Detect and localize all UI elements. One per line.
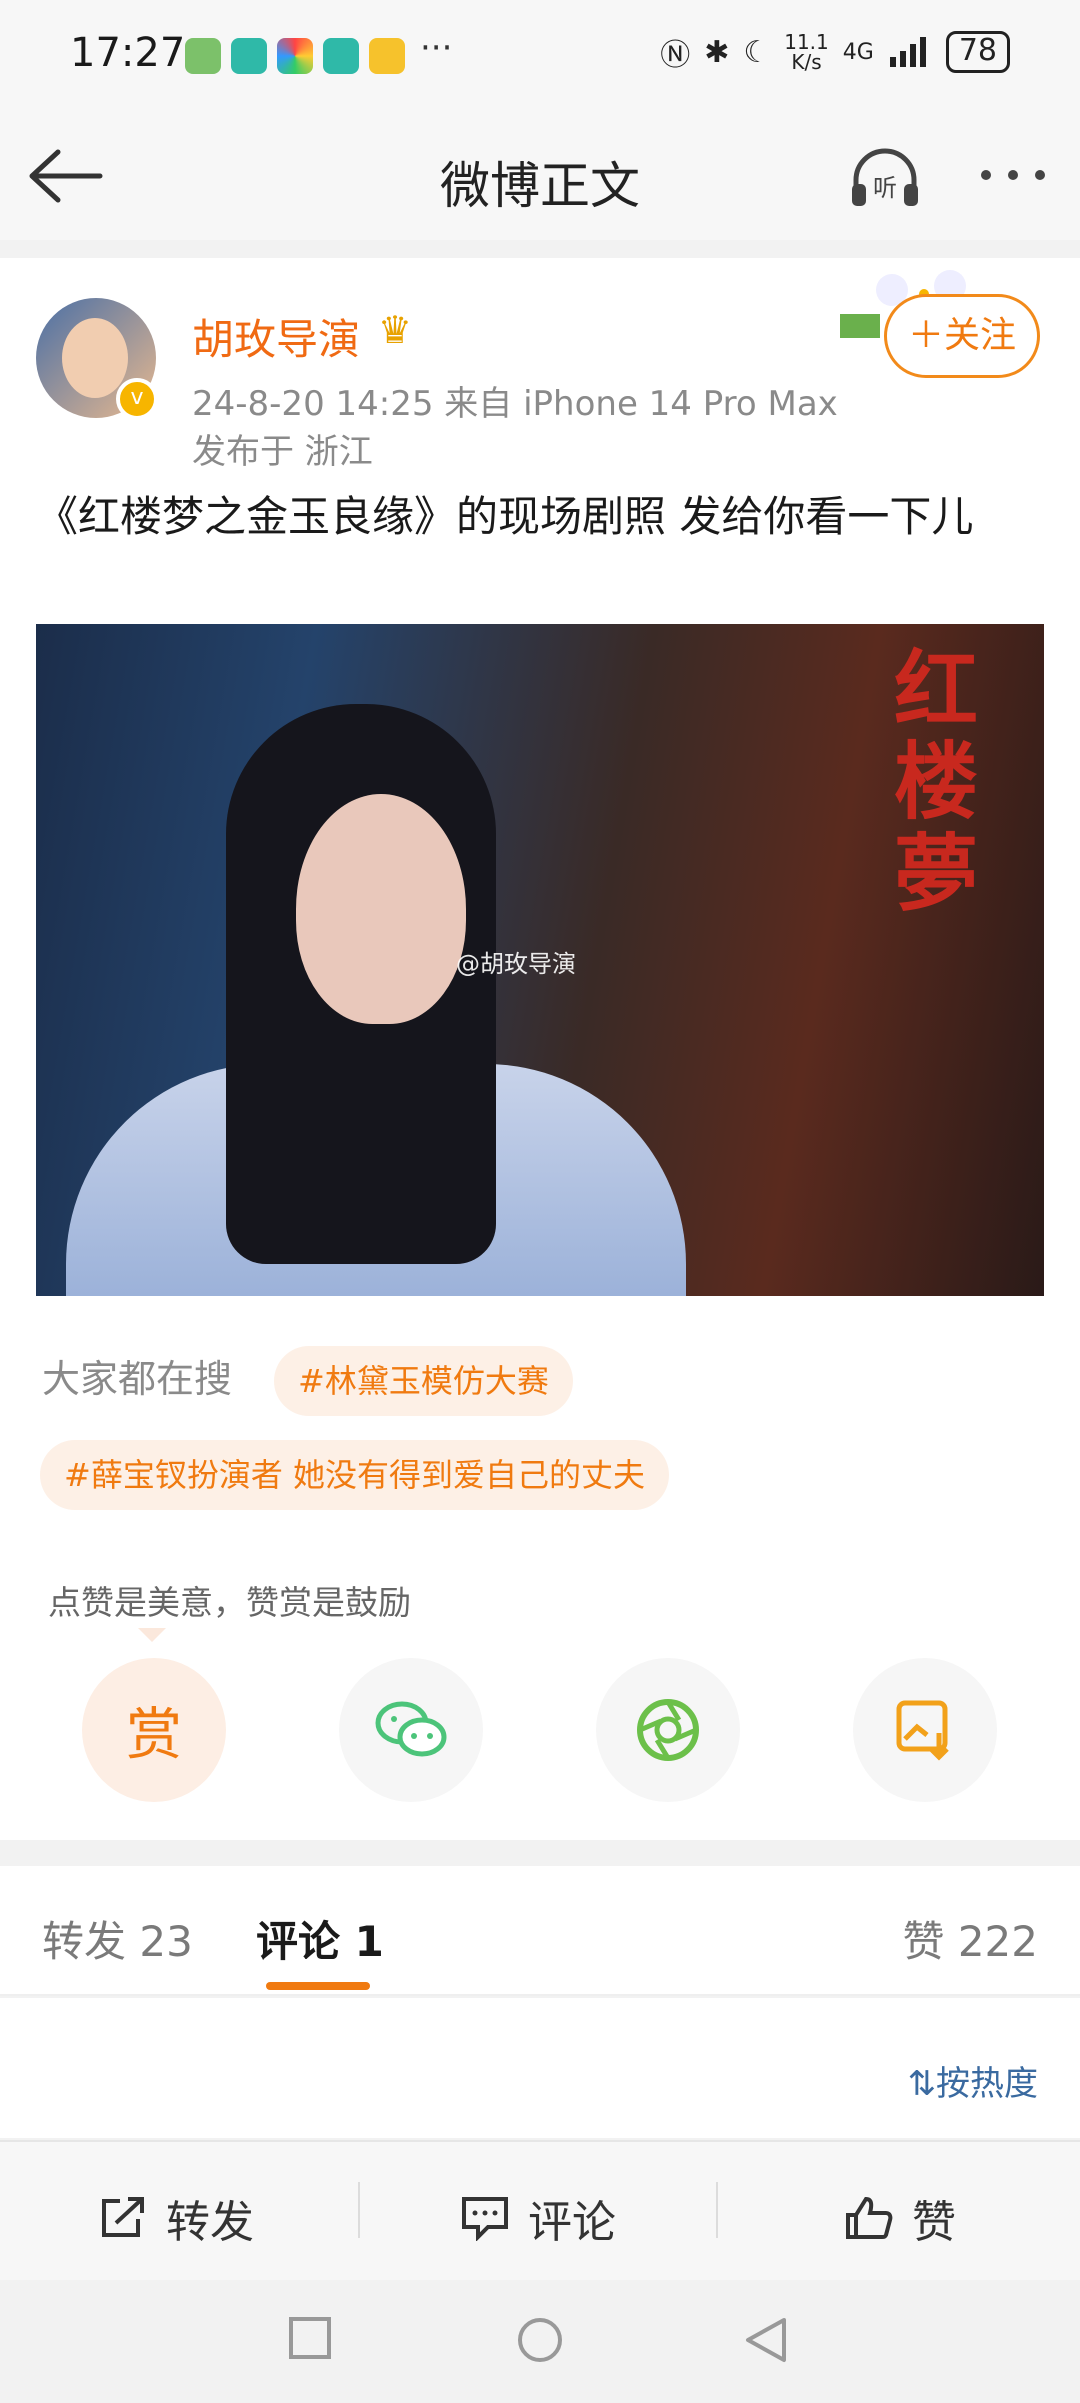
wechat-share-button[interactable] [339,1658,483,1802]
tip-caret [138,1628,166,1642]
svg-text:听: 听 [873,174,897,202]
reward-button[interactable]: 赏 [82,1658,226,1802]
net-speed: 11.1 K/s [784,30,829,74]
game-app-icon [185,38,221,74]
comment-label: 评论 [528,2197,616,2248]
more-notifications-icon: ··· [420,28,453,68]
comment-button[interactable]: 评论 [460,2186,616,2250]
comment-sort-bar: ⇅按热度 [0,1998,1080,2138]
trending-tag[interactable]: #薛宝钗扮演者 她没有得到爱自己的丈夫 [40,1440,669,1510]
thumbs-up-icon [846,2196,893,2239]
save-image-button[interactable] [853,1658,997,1802]
save-image-icon [896,1700,949,1761]
repost-icon [102,2197,144,2237]
verified-badge-icon: v [116,378,158,420]
tab-likes[interactable]: 赞 222 [902,1908,1038,1969]
back-icon[interactable] [744,2316,788,2364]
trending-label: 大家都在搜 [42,1357,233,1401]
sort-icon: ⇅ [907,2064,937,2104]
moments-shutter-icon [637,1699,699,1761]
comment-icon [462,2197,508,2241]
post-time-device: 24-8-20 14:25 来自 iPhone 14 Pro Max [192,384,838,424]
post-image[interactable]: 红楼夢 @胡玫导演 [36,624,1044,1296]
share-actions: 赏 [0,1658,1080,1808]
signal-icon: 4G [842,39,874,65]
avatar[interactable]: v [36,298,158,420]
post-location: 发布于 浙江 [192,432,373,472]
bluetooth-icon: ✱ [704,34,730,70]
active-tab-indicator [266,1982,370,1990]
nfc-icon: Ⓝ [660,38,691,73]
system-status: Ⓝ ✱ ☾ 11.1 K/s 4G 78 [660,30,1010,74]
more-options-icon[interactable] [976,150,1050,200]
clock: 17:27 [70,30,186,76]
sports-app-icon [231,38,267,74]
image-watermark: @胡玫导演 [456,950,576,978]
listen-headphone-icon[interactable]: 听 [848,146,922,210]
post-card: v 胡玫导演 ♛ 24-8-20 14:25 来自 iPhone 14 Pro … [0,258,1080,1840]
reward-tip: 点赞是美意，赞赏是鼓励 [48,1583,411,1622]
repost-label: 转发 [166,2197,254,2248]
like-label: 赞 [912,2197,956,2248]
vip-crown-icon: ♛ [378,308,413,352]
notification-icons [185,38,405,74]
like-button[interactable]: 赞 [844,2186,956,2250]
post-text: 《红楼梦之金玉良缘》的现场剧照 发给你看一下儿 [36,492,974,541]
divider [716,2182,718,2238]
image-figure-face [296,794,466,1024]
tab-comments[interactable]: 评论 1 [256,1908,384,1969]
home-icon[interactable] [516,2316,564,2364]
follow-button[interactable]: ＋关注 [884,294,1040,378]
top-nav-bar: 微博正文 听 [0,110,1080,240]
trending-tag[interactable]: #林黛玉模仿大赛 [274,1346,573,1416]
recent-apps-icon[interactable] [288,2316,332,2360]
system-nav-bar [0,2280,1080,2403]
battery-indicator: 78 [945,31,1010,73]
author-name[interactable]: 胡玫导演 [192,306,360,367]
sort-by-hot-button[interactable]: ⇅按热度 [908,2056,1039,2105]
sort-label: 按热度 [936,2064,1038,2104]
repost-button[interactable]: 转发 [98,2186,254,2250]
wechat-icon [375,1701,447,1757]
post-tabs: 转发 23 评论 1 赞 222 [0,1866,1080,1996]
signal-bars-icon [889,37,926,67]
weibo-app-icon [369,38,405,74]
status-bar: 17:27 ··· Ⓝ ✱ ☾ 11.1 K/s 4G 78 [0,0,1080,110]
bottom-action-bar: 转发 评论 赞 [0,2140,1080,2280]
divider [358,2182,360,2238]
sports-app-icon-2 [323,38,359,74]
tab-repost[interactable]: 转发 23 [42,1908,193,1969]
do-not-disturb-icon: ☾ [743,34,771,70]
photos-app-icon [277,38,313,74]
avatar-face [62,318,128,398]
moments-share-button[interactable] [596,1658,740,1802]
image-title-calligraphy: 红楼夢 [894,640,979,923]
